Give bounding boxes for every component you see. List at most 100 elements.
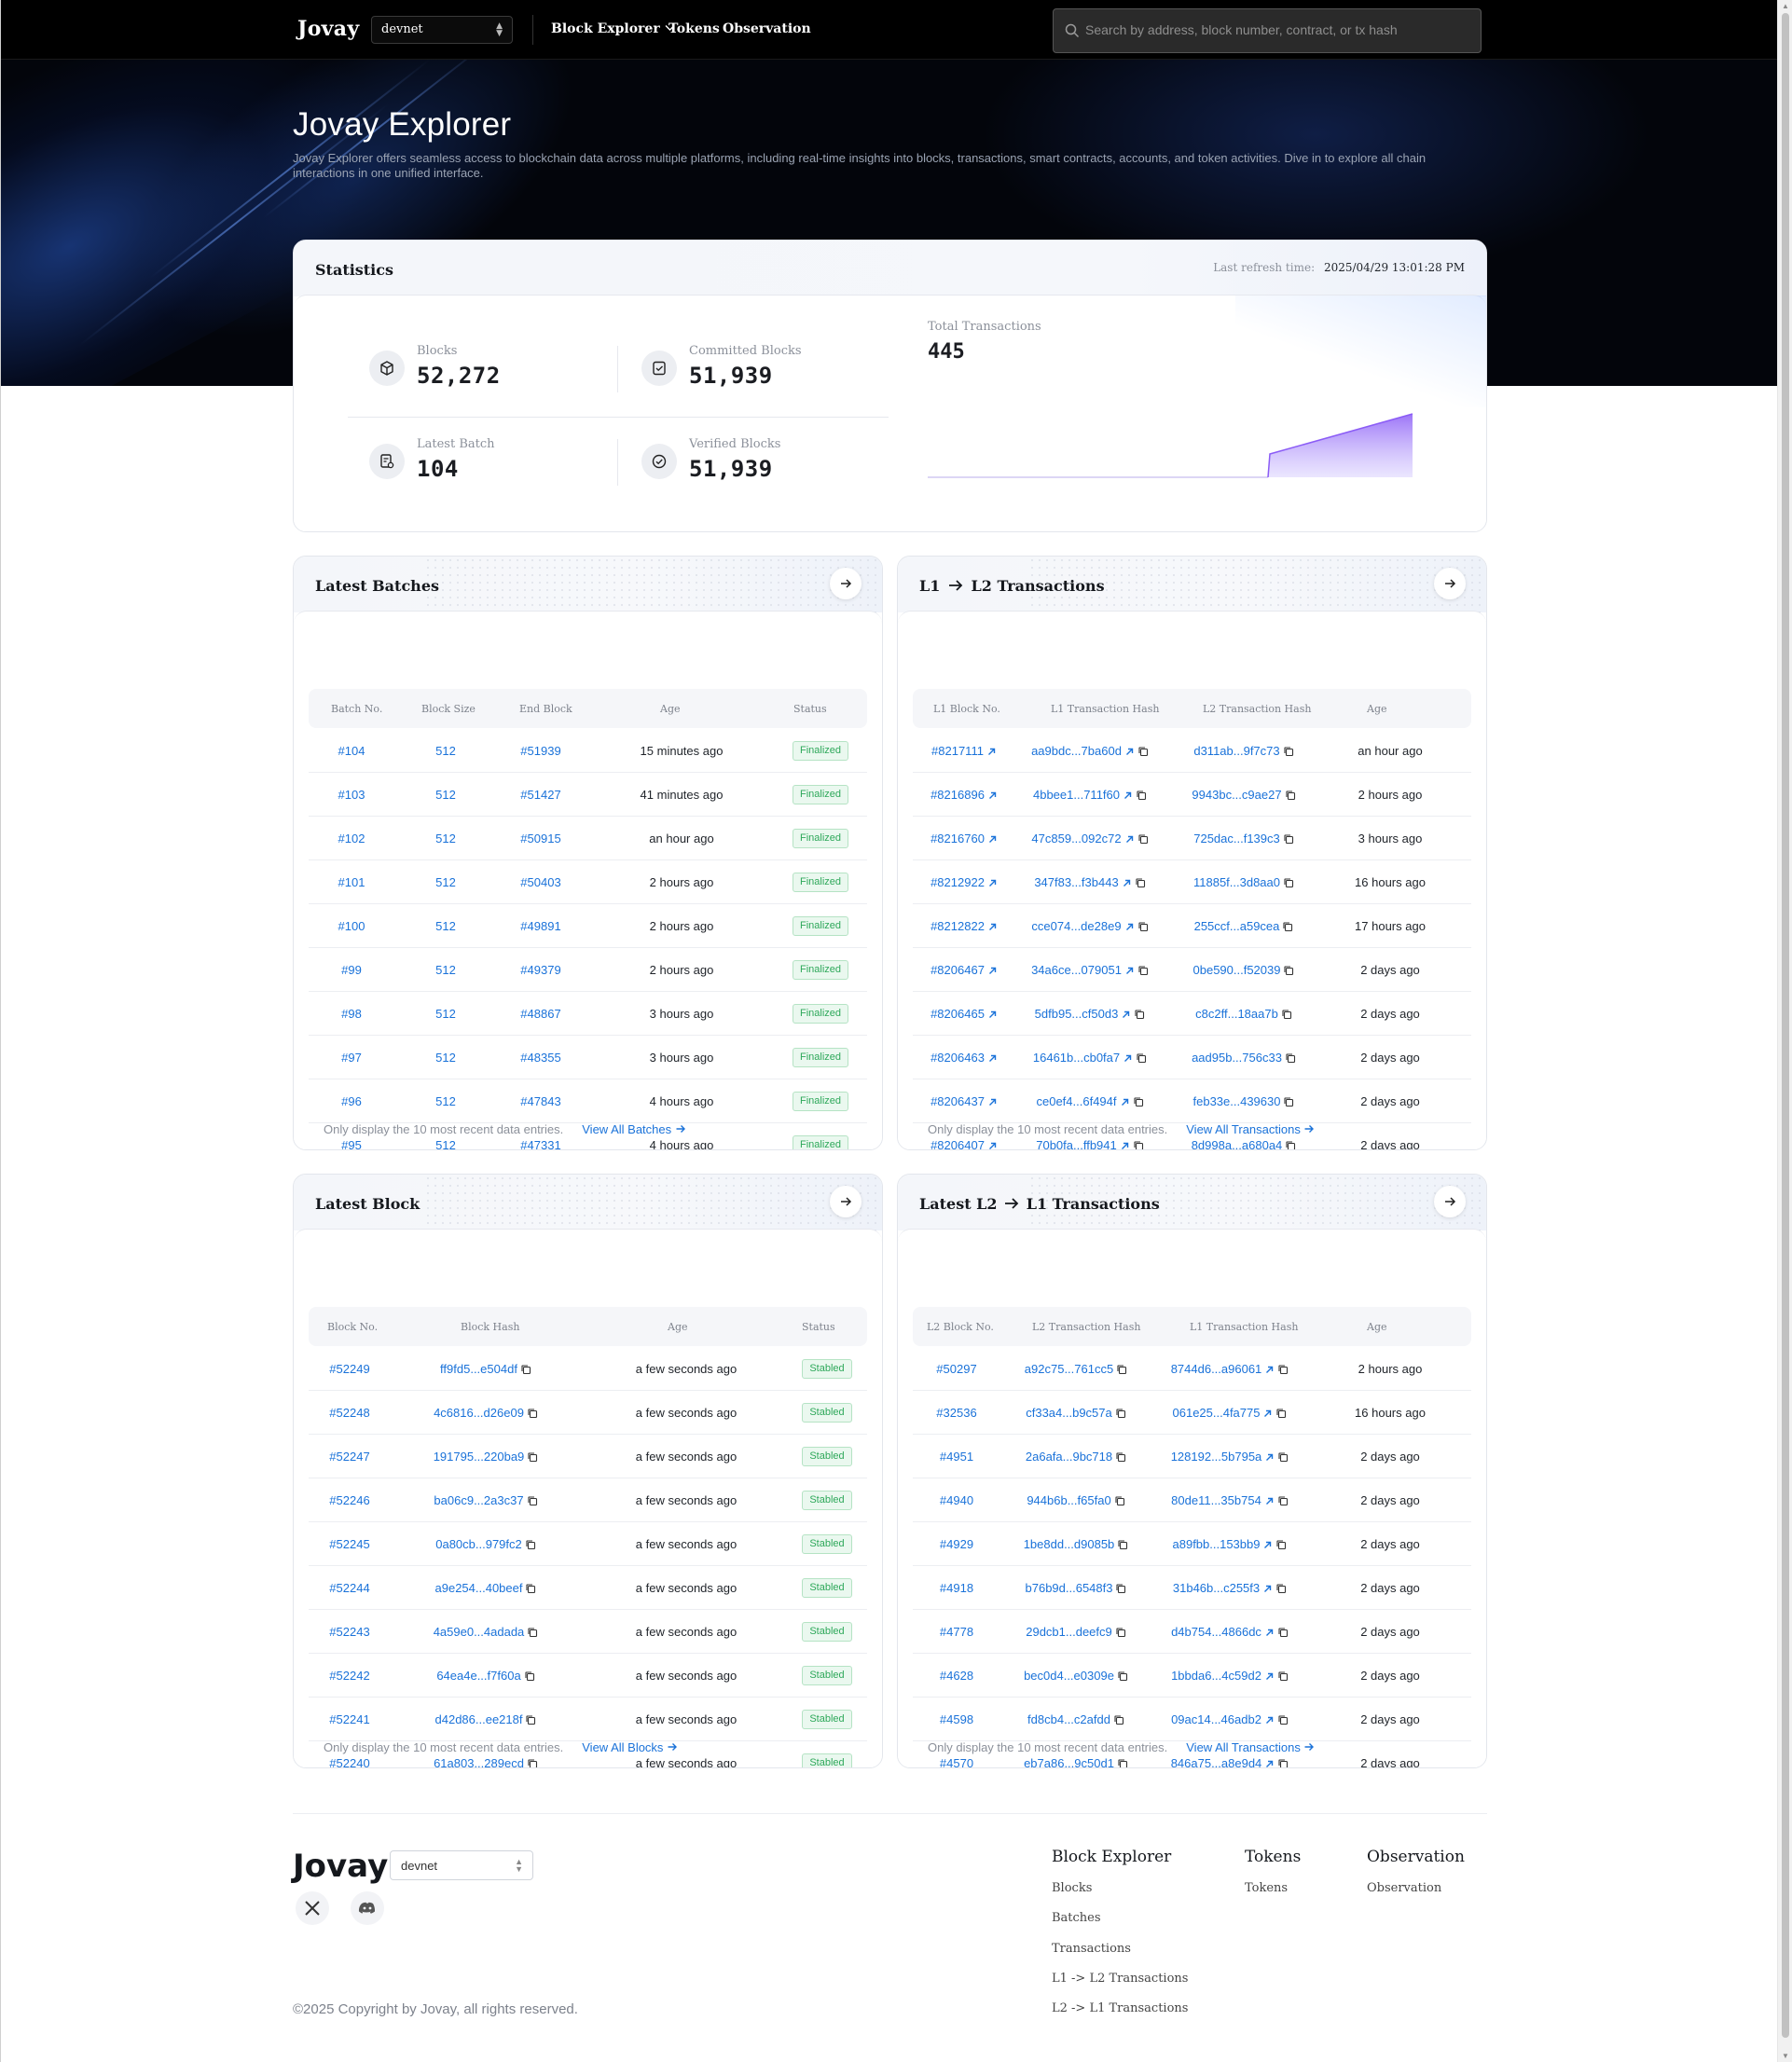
l1-tx-hash-link[interactable]: 061e25...4fa775 xyxy=(1173,1406,1288,1420)
external-link-icon[interactable] xyxy=(1123,790,1133,801)
logo[interactable]: Jovay xyxy=(297,17,359,41)
block-size[interactable]: 512 xyxy=(435,744,456,758)
l2-tx-hash-link[interactable]: fd8cb4...c2afdd xyxy=(1027,1712,1124,1726)
block-size[interactable]: 512 xyxy=(435,1007,456,1021)
l2-tx-hash-link[interactable]: 944b6b...f65fa0 xyxy=(1027,1493,1124,1507)
block-hash-link[interactable]: 4a59e0...4adada xyxy=(434,1625,539,1639)
copy-icon[interactable] xyxy=(1115,1627,1126,1638)
external-link-icon[interactable] xyxy=(1121,1010,1131,1020)
copy-icon[interactable] xyxy=(1117,1758,1128,1768)
external-link-icon[interactable] xyxy=(1123,1053,1133,1064)
block-hash-link[interactable]: 191795...220ba9 xyxy=(434,1450,539,1464)
block-no-link[interactable]: #52240 xyxy=(329,1756,369,1767)
l1-tx-hash-link[interactable]: 80de11...35b754 xyxy=(1171,1493,1289,1507)
copy-icon[interactable] xyxy=(1275,1408,1287,1419)
copy-icon[interactable] xyxy=(1115,1451,1126,1463)
batch-no-link[interactable]: #103 xyxy=(338,788,365,802)
l2-tx-hash-link[interactable]: b76b9d...6548f3 xyxy=(1026,1581,1127,1595)
copy-icon[interactable] xyxy=(1283,877,1294,888)
l1-tx-hash-link[interactable]: 70b0fa...ffb941 xyxy=(1036,1138,1144,1150)
copy-icon[interactable] xyxy=(525,1583,536,1594)
external-link-icon[interactable] xyxy=(986,747,997,757)
block-size[interactable]: 512 xyxy=(435,963,456,977)
end-block-link[interactable]: #48355 xyxy=(520,1051,560,1065)
batch-no-link[interactable]: #98 xyxy=(341,1007,362,1021)
copy-icon[interactable] xyxy=(1277,1627,1289,1638)
l1-block-link[interactable]: #8212922 xyxy=(930,875,998,889)
block-size[interactable]: 512 xyxy=(435,919,456,933)
external-link-icon[interactable] xyxy=(1124,922,1135,932)
nav-block-explorer[interactable]: Block Explorer xyxy=(551,21,675,36)
l2-tx-hash-link[interactable]: eb7a86...9c50d1 xyxy=(1024,1756,1128,1768)
l2-tx-hash-link[interactable]: c8c2ff...18aa7b xyxy=(1195,1007,1292,1021)
copy-icon[interactable] xyxy=(1113,1714,1124,1725)
l2-tx-hash-link[interactable]: cf33a4...b9c57a xyxy=(1026,1406,1126,1420)
end-block-link[interactable]: #47843 xyxy=(520,1094,560,1108)
copy-icon[interactable] xyxy=(527,1627,538,1638)
end-block-link[interactable]: #51427 xyxy=(520,788,560,802)
block-size[interactable]: 512 xyxy=(435,1051,456,1065)
batch-no-link[interactable]: #95 xyxy=(341,1138,362,1149)
copy-icon[interactable] xyxy=(1283,746,1294,757)
end-block-link[interactable]: #47331 xyxy=(520,1138,560,1149)
external-link-icon[interactable] xyxy=(987,966,998,976)
external-link-icon[interactable] xyxy=(1120,1141,1130,1150)
batch-no-link[interactable]: #99 xyxy=(341,963,362,977)
copy-icon[interactable] xyxy=(1137,833,1149,845)
block-hash-link[interactable]: 0a80cb...979fc2 xyxy=(435,1537,536,1551)
footer-link-l2-l1[interactable]: L2 -> L1 Transactions xyxy=(1052,2001,1188,2015)
external-link-icon[interactable] xyxy=(987,878,998,888)
search-input[interactable]: Search by address, block number, contrac… xyxy=(1053,8,1482,53)
l1-block-link[interactable]: #8217111 xyxy=(931,744,997,758)
block-hash-link[interactable]: ff9fd5...e504df xyxy=(440,1362,531,1376)
copy-icon[interactable] xyxy=(527,1758,538,1768)
l1-tx-hash-link[interactable]: aa9bdc...7ba60d xyxy=(1031,744,1149,758)
l1-tx-hash-link[interactable]: a89fbb...153bb9 xyxy=(1173,1537,1288,1551)
block-size[interactable]: 512 xyxy=(435,875,456,889)
footer-link-l1-l2[interactable]: L1 -> L2 Transactions xyxy=(1052,1972,1188,1986)
l2-tx-hash-link[interactable]: a92c75...761cc5 xyxy=(1025,1362,1127,1376)
l2-block-link[interactable]: #4951 xyxy=(940,1450,973,1464)
copy-icon[interactable] xyxy=(527,1451,538,1463)
blocks-more-button[interactable] xyxy=(830,1186,862,1217)
l1-tx-hash-link[interactable]: 16461b...cb0fa7 xyxy=(1033,1051,1147,1065)
nav-tokens[interactable]: Tokens xyxy=(669,21,720,36)
copy-icon[interactable] xyxy=(1277,1758,1289,1768)
l2-block-link[interactable]: #4918 xyxy=(940,1581,973,1595)
l2-block-link[interactable]: #4929 xyxy=(940,1537,973,1551)
copy-icon[interactable] xyxy=(1275,1539,1287,1550)
block-no-link[interactable]: #52244 xyxy=(329,1581,369,1595)
copy-icon[interactable] xyxy=(525,1714,536,1725)
copy-icon[interactable] xyxy=(524,1670,535,1682)
copy-icon[interactable] xyxy=(1285,790,1296,801)
l1-tx-hash-link[interactable]: 128192...5b795a xyxy=(1171,1450,1289,1464)
l1-tx-hash-link[interactable]: 31b46b...c255f3 xyxy=(1173,1581,1287,1595)
block-hash-link[interactable]: a9e254...40beef xyxy=(435,1581,537,1595)
l2-tx-hash-link[interactable]: d311ab...9f7c73 xyxy=(1193,744,1293,758)
external-link-icon[interactable] xyxy=(1264,1452,1275,1463)
end-block-link[interactable]: #51939 xyxy=(520,744,560,758)
copy-icon[interactable] xyxy=(527,1408,538,1419)
end-block-link[interactable]: #49891 xyxy=(520,919,560,933)
copy-icon[interactable] xyxy=(1114,1495,1125,1506)
copy-icon[interactable] xyxy=(1137,746,1149,757)
external-link-icon[interactable] xyxy=(987,1097,998,1107)
end-block-link[interactable]: #50915 xyxy=(520,832,560,845)
l1-tx-hash-link[interactable]: cce074...de28e9 xyxy=(1031,919,1148,933)
external-link-icon[interactable] xyxy=(987,922,998,932)
block-no-link[interactable]: #52249 xyxy=(329,1362,369,1376)
external-link-icon[interactable] xyxy=(987,1141,998,1150)
external-link-icon[interactable] xyxy=(1124,834,1135,845)
batch-no-link[interactable]: #96 xyxy=(341,1094,362,1108)
l1-tx-hash-link[interactable]: 47c859...092c72 xyxy=(1031,832,1148,845)
external-link-icon[interactable] xyxy=(1120,1097,1130,1107)
footer-link-batches[interactable]: Batches xyxy=(1052,1911,1101,1925)
l1l2-more-button[interactable] xyxy=(1434,568,1466,599)
copy-icon[interactable] xyxy=(1136,1052,1147,1064)
batch-no-link[interactable]: #97 xyxy=(341,1051,362,1065)
external-link-icon[interactable] xyxy=(1124,966,1135,976)
copy-icon[interactable] xyxy=(1133,1096,1144,1107)
end-block-link[interactable]: #48867 xyxy=(520,1007,560,1021)
block-no-link[interactable]: #52245 xyxy=(329,1537,369,1551)
scrollbar-thumb[interactable] xyxy=(1782,13,1789,2038)
